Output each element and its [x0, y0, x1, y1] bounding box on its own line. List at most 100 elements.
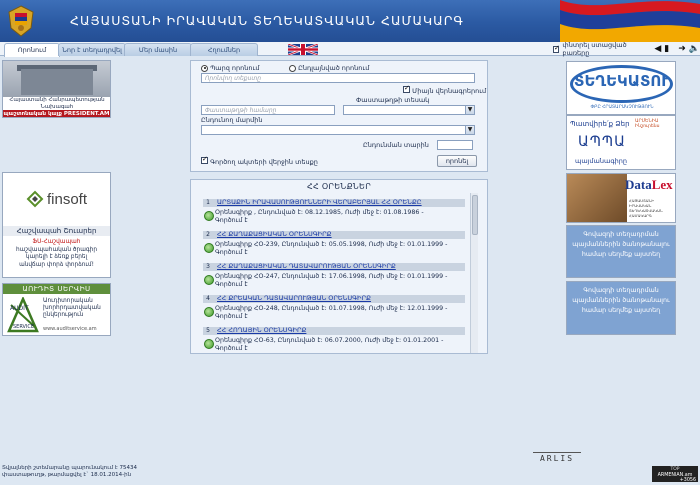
search-in-results-label: փնտրել ստացված բառերը	[562, 41, 627, 57]
finsoft-line: ՖՍ-Հաշվապահ	[32, 239, 81, 245]
footer-line: Տվյալների շտեմարանը պարունակում է 75434	[2, 465, 137, 471]
audit-service-logo-icon: AUDIT SERVICE	[7, 297, 39, 333]
in-force-checkbox[interactable]	[201, 155, 208, 164]
insurance-company-logo: ԱՐՄԵՆԻԱ Ինշուրենս	[635, 119, 660, 129]
toolbar-right: փնտրել ստացված բառերը ◀ ▮ ➜ 🔈	[553, 41, 700, 57]
svg-text:AUDIT: AUDIT	[10, 305, 29, 312]
in-force-option[interactable]: Գործող ակտերի վերջին տեսքը	[201, 155, 318, 166]
tegekatu-logo: ՏԵՂԵԿԱՏՈՒ	[574, 72, 670, 90]
exact-match-option[interactable]: Միայն վերնագրերում	[403, 84, 487, 95]
exact-match-checkbox[interactable]	[403, 84, 410, 93]
law-title-link[interactable]: ՀՀ ՔԱՂԱՔԱՑԻԱԿԱՆ ԴԱՏԱՎԱՐՈՒԹՅԱՆ ՕՐԵՆՍԳԻՐՔ	[217, 262, 396, 270]
site-header: ՀԱՅԱՍՏԱՆԻ ԻՐԱՎԱԿԱՆ ՏԵՂԵԿԱՏՎԱԿԱՆ ՀԱՄԱԿԱՐԳ	[0, 0, 700, 42]
advanced-search-option[interactable]: Ընդլայնված որոնում	[289, 64, 369, 72]
audit-url: www.auditservice.am	[43, 326, 97, 332]
item-number: 2	[203, 231, 213, 239]
search-in-results-checkbox[interactable]	[553, 44, 560, 53]
finsoft-description: ՖՍ-Հաշվապահ հաշվապահական ծրագիր կարելի է…	[5, 239, 108, 269]
simple-search-option[interactable]: Պարզ որոնում	[201, 64, 259, 72]
adopted-year-label: Ընդունման տարին	[363, 141, 429, 149]
document-status-icon	[204, 307, 214, 317]
tab-search[interactable]: Որոնում	[4, 43, 60, 57]
law-status: Գործում է	[215, 249, 248, 256]
doc-number-input[interactable]: Փաստաթղթի համարը	[201, 105, 335, 115]
tegekatu-banner[interactable]: ՏԵՂԵԿԱՏՈՒ ՓԲԸ ՀՐԱՏԱՐԱԿՉՈՒԹՅՈՒՆ	[566, 61, 676, 115]
advanced-search-radio[interactable]	[289, 64, 296, 72]
exact-match-label: Միայն վերնագրերում	[412, 87, 487, 95]
law-title-link[interactable]: ՀՀ ՀՈՂԱՅԻՆ ՕՐԵՆՍԳԻՐՔ	[217, 326, 306, 334]
counter-value: +3056	[679, 478, 696, 483]
simple-search-label: Պարզ որոնում	[210, 64, 260, 72]
list-item: 2 ՀՀ ՔԱՂԱՔԱՑԻԱԿԱՆ ՕՐԵՆՍԳԻՐՔ Օրենսգիրք ՀՕ…	[201, 228, 467, 260]
president-banner[interactable]: Հայաստանի Հանրապետության Նախագահ պաշտոնա…	[2, 60, 111, 118]
gavel-image	[567, 174, 627, 222]
doc-type-label: Փաստաթղթի տեսակ	[356, 96, 430, 104]
item-number: 1	[203, 199, 213, 207]
advanced-search-label: Ընդլայնված որոնում	[298, 64, 370, 72]
finsoft-line: հաշվապահական ծրագիր	[15, 246, 98, 253]
advertise-banner[interactable]: Գովազդի տեղադրման պայմաններին ծանոթանալո…	[566, 225, 676, 278]
search-query-input[interactable]: Որոնվող տեքստը	[201, 73, 475, 83]
simple-search-radio[interactable]	[201, 64, 208, 72]
tab-new[interactable]: Նոր է տեղադրվել	[58, 43, 126, 56]
datalex-banner[interactable]: DataLex ՀԱՅԱՍՏԱՆԻ ԻՐԱՎԱԿԱՆ ՏԵՂԵԿԱՏՎԱԿԱՆ …	[566, 173, 676, 223]
law-title-link[interactable]: ՀՀ ՔՐԵԱԿԱՆ ԴԱՏԱՎԱՐՈՒԹՅԱՆ ՕՐԵՆՍԳԻՐՔ	[217, 294, 371, 302]
law-meta: Օրենսգիրք , Ընդունված է: 08.12.1985, Ուժ…	[215, 209, 424, 216]
law-status: Գործում է	[215, 217, 248, 224]
law-meta: Օրենսգիրք ՀՕ-248, Ընդունված է: 01.07.199…	[215, 305, 448, 312]
speaker-icon[interactable]: 🔈	[689, 44, 700, 54]
armenian-flag-icon	[560, 0, 700, 42]
law-meta: Օրենսգիրք ՀՕ-239, Ընդունված է: 05.05.199…	[215, 241, 448, 248]
insurance-banner[interactable]: Պատվիրե՛ք Ձեր ԱՐՄԵՆԻԱ Ինշուրենս ԱՊՊԱ պայ…	[566, 115, 676, 170]
presidential-palace-image	[3, 61, 110, 97]
in-force-label: Գործող ակտերի վերջին տեսքը	[210, 158, 318, 166]
main-tab-bar: Որոնում Նոր է տեղադրվել Մեր մասին Հղումն…	[0, 41, 700, 57]
advertise-banner[interactable]: Գովազդի տեղադրման պայմաններին ծանոթանալո…	[566, 281, 676, 335]
law-title-link[interactable]: ՀՀ ՔԱՂԱՔԱՑԻԱԿԱՆ ՕՐԵՆՍԳԻՐՔ	[217, 230, 332, 238]
law-meta: Օրենսգիրք ՀՕ-247, Ընդունված է: 17.06.199…	[215, 273, 448, 280]
site-title: ՀԱՅԱՍՏԱՆԻ ԻՐԱՎԱԿԱՆ ՏԵՂԵԿԱՏՎԱԿԱՆ ՀԱՄԱԿԱՐԳ	[70, 13, 464, 28]
president-caption: Հայաստանի Հանրապետության Նախագահ	[9, 97, 105, 110]
top-counter-badge[interactable]: TOP ARMENIAN.am +3056	[652, 466, 698, 483]
tab-about[interactable]: Մեր մասին	[124, 43, 192, 56]
doc-type-select[interactable]: ▼	[343, 105, 475, 115]
forward-arrow-icon[interactable]: ➜	[678, 44, 686, 54]
list-item: 4 ՀՀ ՔՐԵԱԿԱՆ ԴԱՏԱՎԱՐՈՒԹՅԱՆ ՕՐԵՆՍԳԻՐՔ Օրե…	[201, 292, 467, 324]
chevron-down-icon: ▼	[465, 106, 474, 114]
footer-line: փաստաթուղթ, թարմացվել է` 18.01.2014-ին	[2, 472, 132, 478]
laws-panel: ՀՀ ՕՐԵՆՔՆԵՐ 1 ԱՐՏԱՔԻՆ ԻՐԱՎԱՍՈՒԹՅՈՒՆՆԵՐԻ …	[190, 179, 488, 354]
search-submit-button[interactable]: որոնել	[437, 155, 477, 167]
finsoft-line: անվճար փորձ փորձում!	[19, 261, 94, 268]
home-icon[interactable]: ▮	[664, 44, 669, 54]
law-title-link[interactable]: ԱՐՏԱՔԻՆ ԻՐԱՎԱՍՈՒԹՅՈՒՆՆԵՐԻ ՎԵՐԱԲԵՐՅԱԼ ՀՀ …	[217, 198, 422, 206]
item-number: 4	[203, 295, 213, 303]
insurance-line1: Պատվիրե՛ք Ձեր	[570, 120, 630, 128]
adopting-body-select[interactable]: ▼	[201, 125, 475, 135]
tegekatu-subtitle: ՓԲԸ ՀՐԱՏԱՐԱԿՉՈՒԹՅՈՒՆ	[590, 105, 654, 110]
audit-header: ԱՈՒԴԻՏ ՍԵՐՎԻՍ	[3, 284, 110, 294]
chevron-down-icon: ▼	[465, 126, 474, 134]
document-status-icon	[204, 243, 214, 253]
english-language-flag-icon[interactable]	[288, 44, 318, 55]
arlis-wordmark: ARLIS	[533, 452, 581, 463]
tab-links[interactable]: Հղումներ	[190, 43, 258, 56]
search-panel: Պարզ որոնում Ընդլայնված որոնում Որոնվող …	[190, 60, 488, 172]
law-status: Գործում է	[215, 345, 248, 352]
finsoft-banner[interactable]: finsoft Հաշվապահ Շուարեր ՖՍ-Հաշվապահ հաշ…	[2, 172, 111, 278]
laws-scrollbar[interactable]	[470, 193, 478, 353]
datalex-description: ՀԱՅԱՍՏԱՆԻ ԻՐԱՎԱԿԱՆ ՏԵՂԵԿԱՏՎԱԿԱՆ ՀԱՄԱԿԱՐԳ	[629, 198, 663, 218]
document-status-icon	[204, 339, 214, 349]
datalex-logo: DataLex	[625, 177, 673, 193]
document-status-icon	[204, 275, 214, 285]
laws-list: 1 ԱՐՏԱՔԻՆ ԻՐԱՎԱՍՈՒԹՅՈՒՆՆԵՐԻ ՎԵՐԱԲԵՐՅԱԼ Հ…	[201, 196, 467, 353]
back-arrow-icon[interactable]: ◀	[654, 44, 661, 54]
scrollbar-thumb[interactable]	[472, 195, 478, 235]
law-meta: Օրենսգիրք ՀՕ-63, Ընդունված է: 06.07.2000…	[215, 337, 444, 344]
adopted-year-input[interactable]	[437, 140, 473, 150]
document-status-icon	[204, 211, 214, 221]
list-item: 1 ԱՐՏԱՔԻՆ ԻՐԱՎԱՍՈՒԹՅՈՒՆՆԵՐԻ ՎԵՐԱԲԵՐՅԱԼ Հ…	[201, 196, 467, 228]
audit-service-banner[interactable]: ԱՈՒԴԻՏ ՍԵՐՎԻՍ AUDIT SERVICE Աուդիտորական…	[2, 283, 111, 336]
footer-info: Տվյալների շտեմարանը պարունակում է 75434 …	[2, 465, 137, 479]
insurance-line2: ԱՊՊԱ	[578, 134, 626, 150]
finsoft-line: կարելի է ձեռք բերել	[25, 254, 88, 260]
